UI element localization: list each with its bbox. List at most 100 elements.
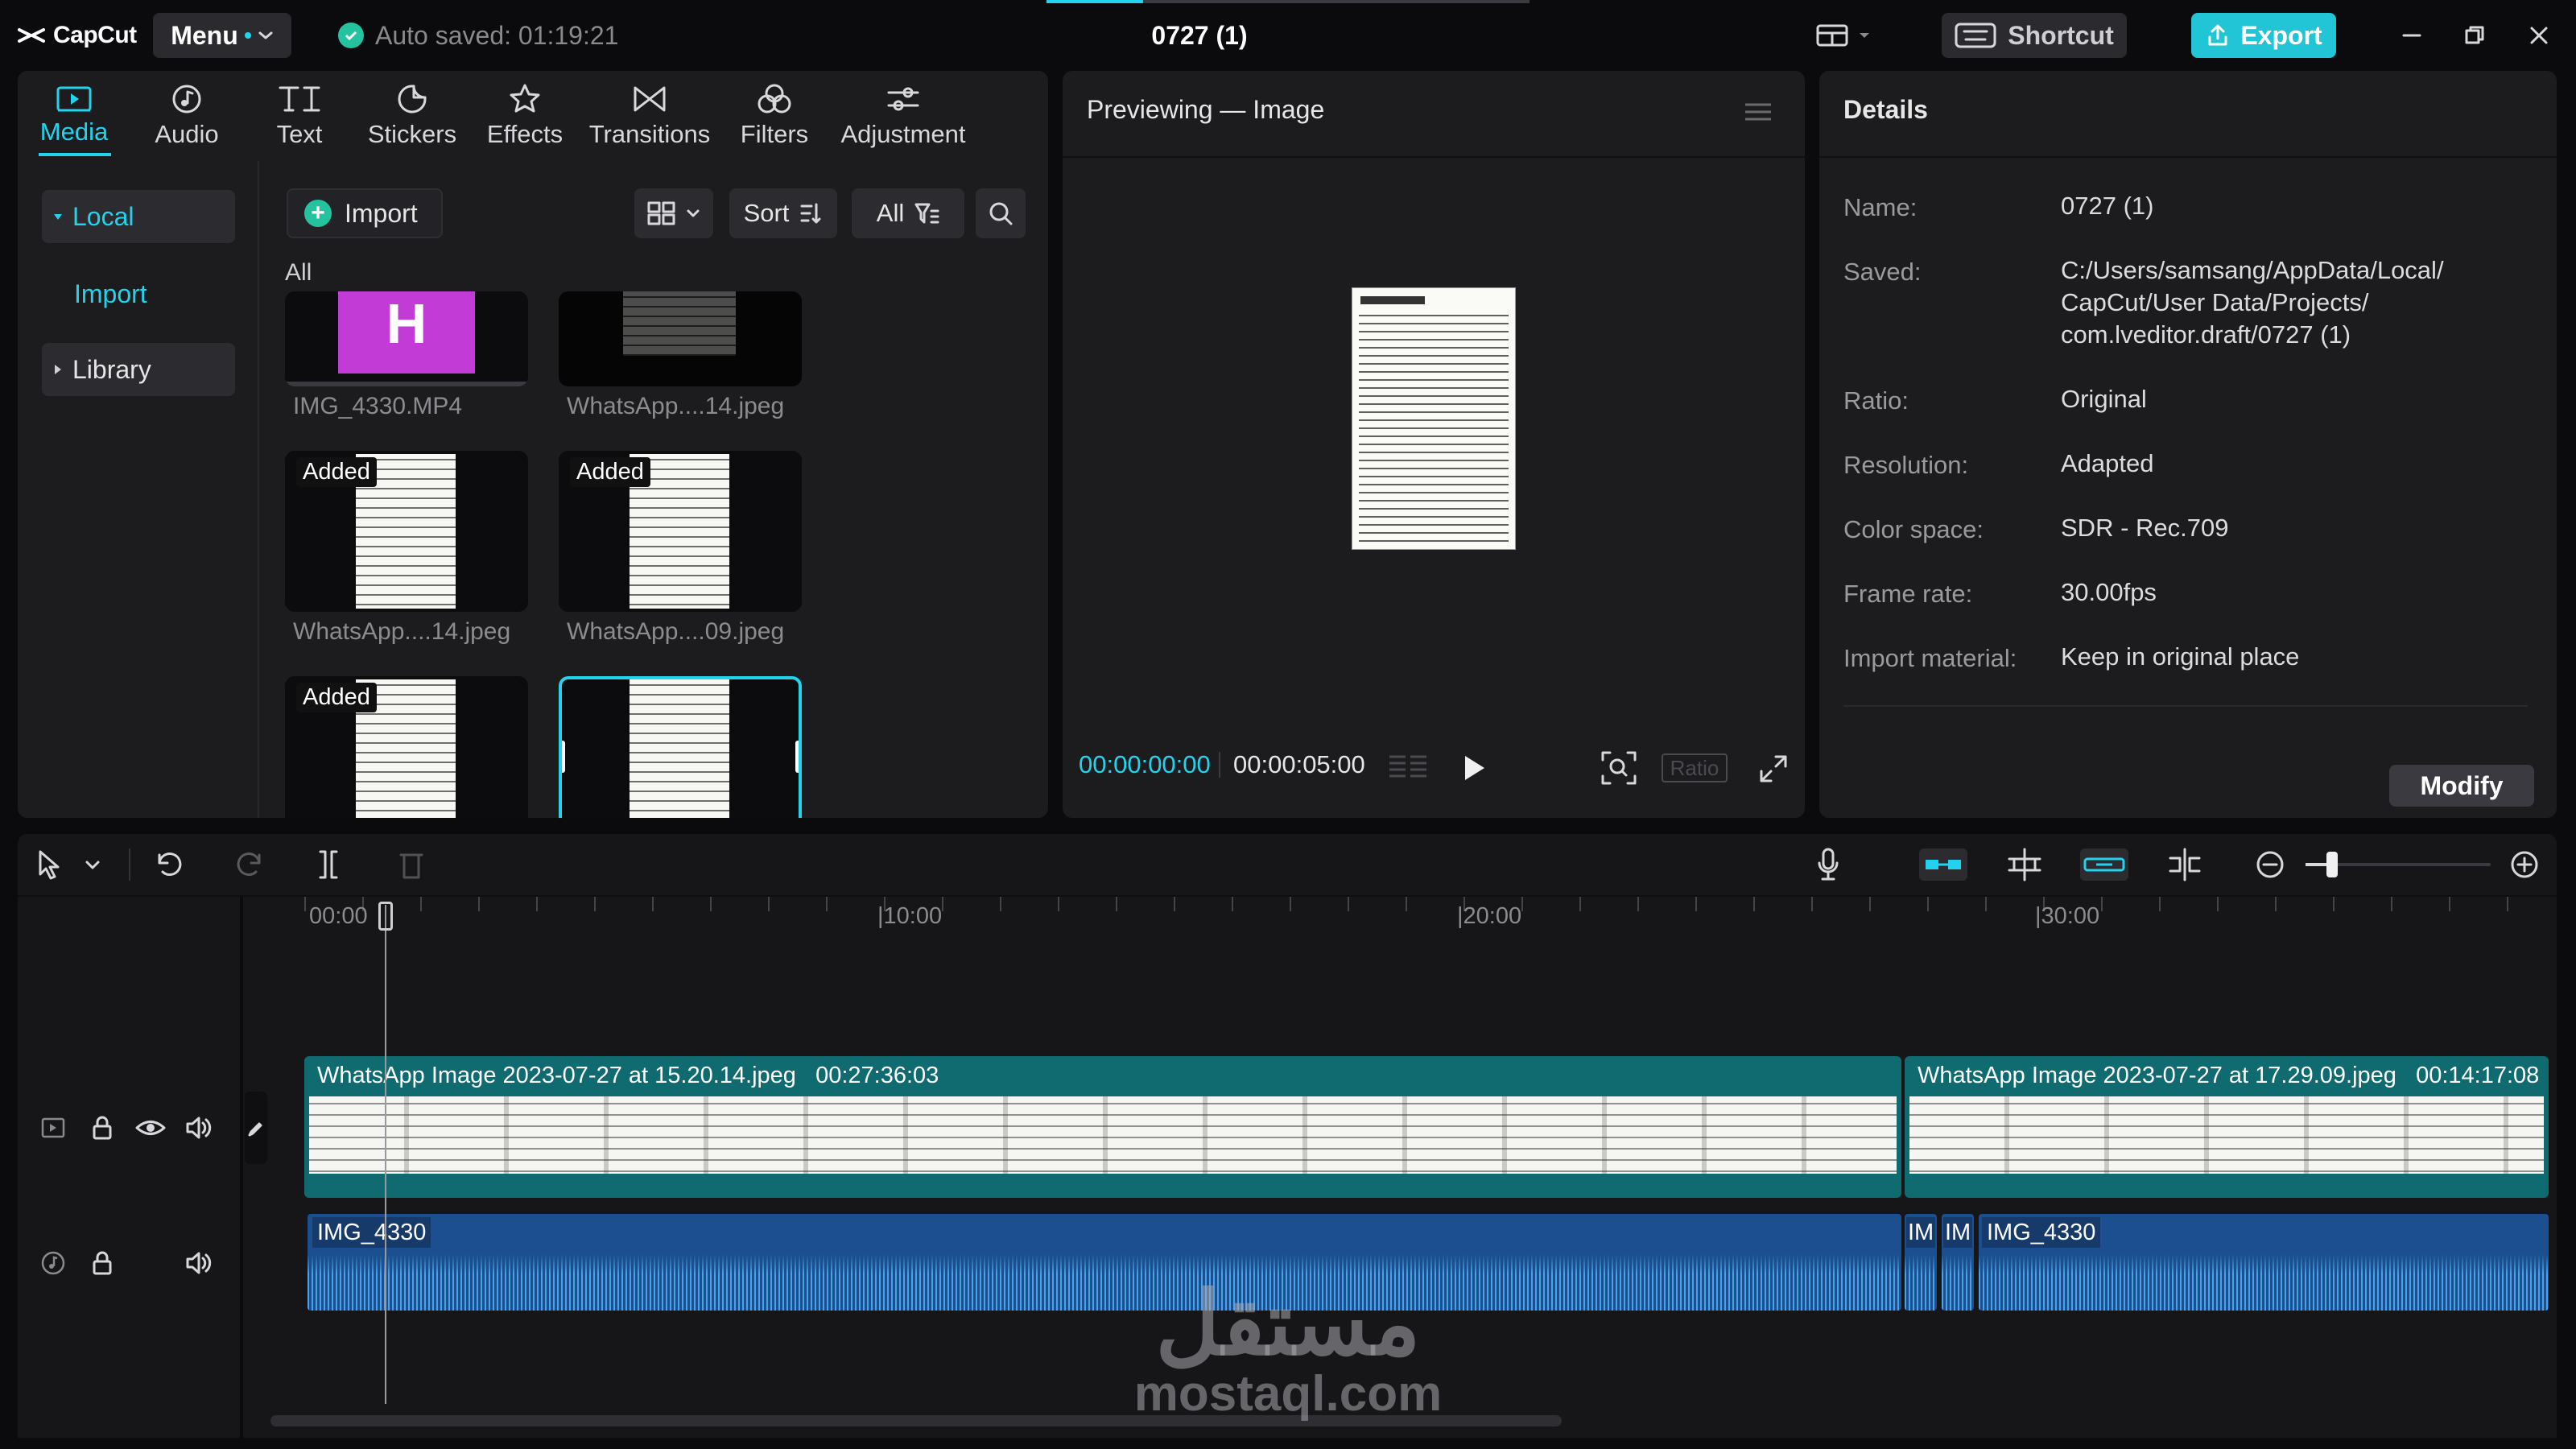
text-icon [279, 86, 320, 112]
mute-track-button[interactable] [185, 1251, 213, 1275]
sidebar-item-import[interactable]: Import [42, 267, 235, 320]
media-item-image[interactable]: Added [285, 676, 528, 818]
modify-button[interactable]: Modify [2389, 765, 2534, 807]
tab-audio[interactable]: Audio [130, 71, 243, 161]
tab-adjustment[interactable]: Adjustment [831, 71, 976, 161]
export-button[interactable]: Export [2191, 13, 2336, 58]
layout-button[interactable] [1816, 18, 1884, 53]
sort-button[interactable]: Sort [729, 188, 837, 238]
ruler-label: |20:00 [1457, 903, 1522, 929]
playhead-line[interactable] [385, 905, 386, 1404]
video-clip[interactable]: WhatsApp Image 2023-07-27 at 17.29.09.jp… [1905, 1056, 2549, 1198]
delete-button[interactable] [398, 848, 425, 881]
audio-clip[interactable]: IM [1942, 1214, 1974, 1311]
video-clip[interactable]: WhatsApp Image 2023-07-27 at 15.20.14.jp… [304, 1056, 1901, 1198]
select-tool-button[interactable] [35, 848, 64, 881]
undo-icon [158, 852, 182, 876]
sidebar-item-local[interactable]: Local [42, 190, 235, 243]
audio-clip[interactable]: IM [1905, 1214, 1937, 1311]
audio-track-icon [41, 1251, 65, 1275]
maximize-button[interactable] [2457, 18, 2492, 53]
media-item-video[interactable]: H [285, 291, 528, 386]
lock-track-button[interactable] [90, 1249, 114, 1277]
main-track-magnet-toggle[interactable] [1919, 848, 1967, 881]
details-title: Details [1843, 95, 1928, 124]
mute-track-button[interactable] [185, 1116, 213, 1140]
watermark-domain: mostaql.com [1133, 1366, 1443, 1422]
fullscreen-button[interactable] [1758, 753, 1789, 784]
detail-key: Resolution: [1843, 451, 1969, 479]
sort-icon [800, 203, 821, 224]
select-tool-dropdown[interactable] [84, 860, 101, 871]
zoom-slider[interactable] [2306, 852, 2491, 877]
view-mode-button[interactable] [634, 188, 713, 238]
playhead-handle[interactable] [378, 902, 393, 931]
zoom-slider-handle[interactable] [2326, 852, 2338, 877]
play-button[interactable] [1462, 753, 1488, 782]
zoom-preview-button[interactable] [1600, 750, 1637, 786]
tab-filters[interactable]: Filters [718, 71, 831, 161]
filter-icon [914, 203, 939, 224]
media-item-image[interactable]: Added [285, 451, 528, 612]
menu-button[interactable]: Menu [153, 13, 291, 58]
audio-waveform [1979, 1254, 2549, 1311]
hide-track-button[interactable] [135, 1117, 166, 1138]
audio-track-type [40, 1249, 66, 1277]
sidebar-item-label: Local [72, 201, 134, 231]
audio-clip[interactable]: IMG_4330 [1979, 1214, 2549, 1311]
sidebar-item-library[interactable]: Library [42, 343, 235, 396]
details-divider [1843, 705, 2528, 707]
preview-title: Previewing — Image [1087, 95, 1325, 124]
shortcut-button[interactable]: Shortcut [1942, 13, 2127, 58]
speaker-icon [186, 1117, 212, 1139]
ruler-label: |10:00 [877, 903, 943, 929]
detail-value: Keep in original place [2061, 642, 2300, 671]
cover-edit-button[interactable] [245, 1092, 267, 1164]
search-button[interactable] [976, 188, 1026, 238]
capcut-logo: CapCut [18, 16, 137, 55]
filters-icon [758, 84, 791, 114]
clip-name: WhatsApp Image 2023-07-27 at 15.20.14.jp… [317, 1063, 796, 1088]
minimize-button[interactable] [2394, 18, 2429, 53]
shortcut-label: Shortcut [2008, 20, 2114, 50]
record-audio-button[interactable] [1816, 847, 1840, 882]
media-icon [56, 86, 92, 112]
preview-doc-heading [1360, 296, 1425, 304]
close-button[interactable] [2521, 18, 2557, 53]
auto-snap-button[interactable] [2004, 847, 2045, 882]
tab-stickers[interactable]: Stickers [356, 71, 469, 161]
detail-key: Ratio: [1843, 386, 1909, 415]
added-badge: Added [296, 457, 377, 487]
waveform-toggle-button[interactable] [1386, 752, 1431, 784]
filter-button[interactable]: All [852, 188, 964, 238]
thumbnail-handle-right[interactable] [795, 741, 799, 773]
image-thumbnail [630, 679, 729, 818]
undo-button[interactable] [153, 850, 185, 879]
tab-text[interactable]: Text [243, 71, 356, 161]
split-button[interactable] [316, 848, 341, 881]
fullscreen-icon [1760, 755, 1787, 782]
tab-media[interactable]: Media [18, 71, 130, 161]
tab-transitions[interactable]: Transitions [581, 71, 718, 161]
media-item-image[interactable] [559, 291, 802, 386]
media-item-image-selected[interactable] [559, 676, 802, 818]
keyboard-icon [1955, 23, 1996, 48]
tab-effects[interactable]: Effects [469, 71, 581, 161]
preview-axis-button[interactable] [2165, 847, 2204, 882]
import-button[interactable]: + Import [287, 188, 443, 238]
thumbnail-handle-left[interactable] [562, 741, 565, 773]
clip-header: WhatsApp Image 2023-07-27 at 17.29.09.jp… [1905, 1056, 2549, 1095]
zoom-out-button[interactable] [2256, 850, 2285, 879]
snap-icon [2008, 848, 2041, 881]
preview-menu-button[interactable] [1742, 100, 1774, 124]
media-item-image[interactable]: Added [559, 451, 802, 612]
zoom-in-button[interactable] [2510, 850, 2539, 879]
image-thumbnail [623, 291, 736, 356]
audio-clip[interactable]: IMG_4330 [308, 1214, 1901, 1311]
redo-button[interactable] [233, 850, 266, 879]
ratio-button[interactable]: Ratio [1662, 753, 1728, 782]
lock-icon [93, 1251, 112, 1275]
linkage-toggle[interactable] [2080, 848, 2128, 881]
detail-key: Saved: [1843, 258, 1922, 286]
lock-track-button[interactable] [90, 1114, 114, 1141]
